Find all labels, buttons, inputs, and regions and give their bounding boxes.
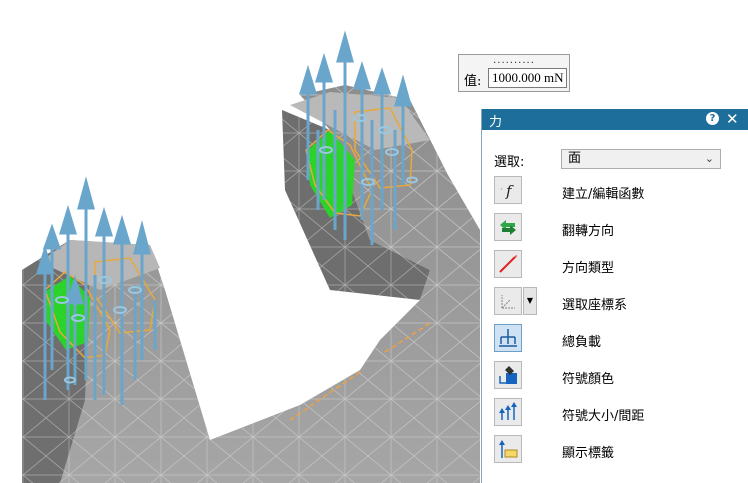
symbol-color-icon — [499, 366, 517, 384]
triangle-down-icon: ▼ — [526, 296, 534, 305]
panel-titlebar: 力 ? ✕ — [482, 109, 748, 130]
flip-direction-button[interactable] — [494, 213, 522, 241]
total-load-icon — [499, 329, 517, 347]
force-panel: 力 ? ✕ 選取: 面 ⌄ f · 建立/編輯函數 翻轉方向 方向類型 ▼ 選取… — [481, 109, 748, 483]
flip-arrows-icon — [500, 220, 516, 235]
value-label: 值: — [464, 74, 482, 89]
direction-type-button[interactable] — [494, 250, 522, 278]
selection-dropdown[interactable]: 面 ⌄ — [561, 149, 721, 169]
direction-line-icon — [499, 255, 517, 273]
symbol-size-button[interactable] — [494, 398, 522, 426]
chevron-down-icon: ⌄ — [704, 152, 714, 165]
coordinate-system-icon — [501, 295, 515, 309]
panel-title: 力 — [489, 115, 503, 130]
tool-label-direction-type: 方向類型 — [562, 261, 615, 276]
function-button[interactable]: f · — [494, 176, 522, 204]
close-icon[interactable]: ✕ — [726, 109, 739, 129]
total-load-button[interactable] — [494, 324, 522, 352]
selection-label: 選取: — [494, 155, 525, 170]
symbol-color-button[interactable] — [494, 361, 522, 389]
svg-text:·: · — [500, 185, 503, 195]
svg-text:f: f — [505, 182, 514, 200]
value-input-popup: .......... 值: 1000.000 mN — [458, 54, 570, 92]
tool-label-flip: 翻轉方向 — [562, 224, 615, 239]
tool-label-total-load: 總負載 — [562, 335, 602, 350]
popup-grip[interactable]: .......... — [459, 56, 569, 66]
selection-value: 面 — [568, 151, 582, 166]
coordinate-system-button[interactable] — [494, 287, 522, 315]
show-label-button[interactable] — [494, 435, 522, 463]
coordinate-system-dropdown[interactable]: ▼ — [523, 287, 537, 315]
function-icon: f · — [500, 182, 514, 200]
force-value-field[interactable]: 1000.000 mN — [488, 68, 567, 88]
show-label-icon — [499, 440, 518, 458]
tool-label-coordinate: 選取座標系 — [562, 298, 628, 313]
tool-label-symbol-color: 符號顏色 — [562, 372, 615, 387]
tool-label-show-label: 顯示標籤 — [562, 446, 615, 461]
help-icon[interactable]: ? — [706, 112, 719, 125]
symbol-size-icon — [499, 402, 517, 420]
part-body — [22, 85, 480, 483]
tool-label-symbol-size: 符號大小/間距 — [562, 409, 645, 424]
tool-label-function: 建立/編輯函數 — [562, 187, 645, 202]
